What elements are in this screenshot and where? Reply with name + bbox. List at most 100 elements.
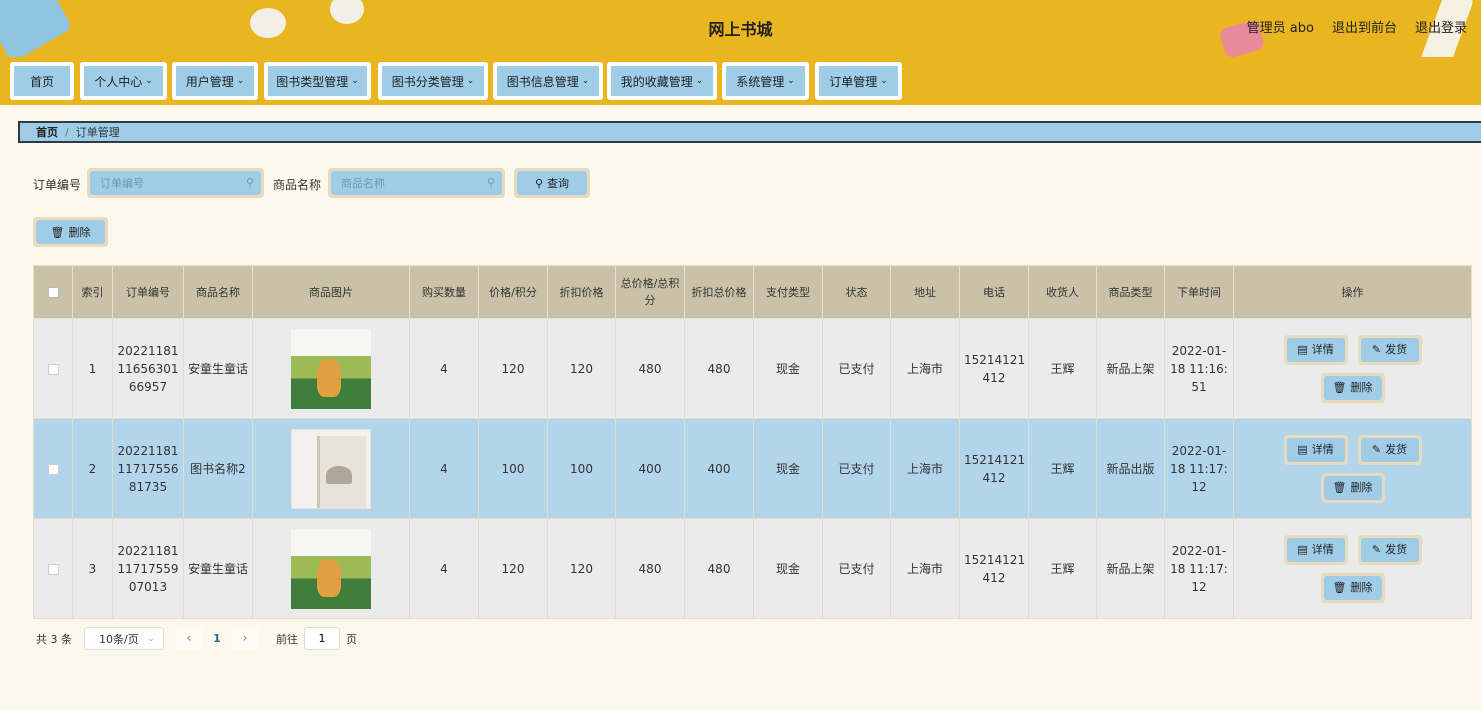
nav-item-book-category-management[interactable]: 图书分类管理 ⌄ (378, 62, 488, 100)
page-size-select[interactable]: 10条/页 ⌄ (84, 627, 164, 650)
batch-delete-label: 删除 (68, 226, 91, 239)
column-header: 总价格/总积分 (615, 265, 685, 319)
trash-icon: 🗑 (50, 225, 65, 239)
row-select-cell (33, 318, 73, 419)
page-size-value: 10条/页 (99, 632, 139, 646)
discount-price-cell: 120 (547, 518, 616, 619)
discount-total-cell: 480 (684, 518, 754, 619)
receiver-cell: 王辉 (1028, 318, 1097, 419)
product-type-cell: 新品上架 (1096, 318, 1165, 419)
order-time-cell: 2022-01- 18 11:16: 51 (1164, 318, 1234, 419)
select-all-checkbox[interactable] (47, 287, 59, 298)
edit-icon: ✎ (1371, 442, 1382, 456)
nav-item-order-management[interactable]: 订单管理 ⌄ (815, 62, 902, 100)
top-header: 网上书城 管理员 abo 退出到前台 退出登录 (0, 0, 1481, 57)
page-number-current[interactable]: 1 (202, 627, 232, 650)
actions-cell: ▤ 详情 ✎ 发货 🗑 删除 (1233, 418, 1472, 519)
nav-label: 系统管理 (736, 74, 785, 89)
detail-button[interactable]: ▤ 详情 (1283, 434, 1348, 465)
nav-item-system-management[interactable]: 系统管理 ⌄ (722, 62, 809, 100)
nav-label: 我的收藏管理 (620, 74, 693, 89)
order-no-input[interactable] (90, 171, 261, 195)
chevron-down-icon: ⌄ (581, 76, 590, 86)
prev-page-button[interactable]: ‹ (176, 627, 202, 650)
nav-label: 订单管理 (829, 74, 878, 89)
nav-item-book-type-management[interactable]: 图书类型管理 ⌄ (264, 62, 371, 100)
breadcrumb-home[interactable]: 首页 (36, 124, 58, 140)
row-checkbox[interactable] (47, 363, 59, 375)
nav-item-favorites-management[interactable]: 我的收藏管理 ⌄ (607, 62, 717, 100)
logout-link[interactable]: 退出登录 (1415, 17, 1467, 36)
query-button[interactable]: ⚲ 查询 (514, 168, 590, 198)
ship-button[interactable]: ✎ 发货 (1357, 334, 1422, 365)
nav-item-user-management[interactable]: 用户管理 ⌄ (172, 62, 258, 100)
nav-item-home[interactable]: 首页 (10, 62, 74, 100)
table-row: 2 20221181 11717556 81735 图书名称2 4 100 10… (33, 418, 1472, 519)
discount-price-cell: 120 (547, 318, 616, 419)
goto-suffix: 页 (346, 632, 357, 646)
book-cover-image (291, 428, 371, 509)
column-header: 支付类型 (753, 265, 823, 319)
detail-button[interactable]: ▤ 详情 (1283, 334, 1348, 365)
chevron-down-icon: ⌄ (145, 76, 153, 86)
qty-cell: 4 (409, 318, 479, 419)
breadcrumb: 首页 / 订单管理 (18, 121, 1481, 143)
chevron-down-icon: ⌄ (695, 76, 704, 86)
column-header: 商品名称 (183, 265, 253, 319)
ship-button[interactable]: ✎ 发货 (1357, 534, 1422, 565)
delete-button[interactable]: 🗑 删除 (1320, 572, 1385, 603)
nav-item-book-info-management[interactable]: 图书信息管理 ⌄ (493, 62, 603, 100)
chevron-down-icon: ⌄ (880, 76, 888, 86)
product-image-cell (252, 518, 410, 619)
ship-button[interactable]: ✎ 发货 (1357, 434, 1422, 465)
discount-total-cell: 400 (684, 418, 754, 519)
trash-icon: 🗑 (1332, 380, 1347, 394)
select-all-cell (33, 265, 73, 319)
product-name-input[interactable] (331, 171, 502, 195)
ship-label: 发货 (1385, 442, 1408, 456)
address-cell: 上海市 (890, 418, 960, 519)
delete-button[interactable]: 🗑 删除 (1320, 472, 1385, 503)
status-cell: 已支付 (822, 518, 891, 619)
nav-item-personal-center[interactable]: 个人中心 ⌄ (80, 62, 167, 100)
price-cell: 120 (478, 318, 548, 419)
goto-page-input[interactable] (304, 627, 340, 650)
detail-button[interactable]: ▤ 详情 (1283, 534, 1348, 565)
index-cell: 3 (72, 518, 113, 619)
product-name-label: 商品名称 (273, 178, 322, 192)
search-icon: ⚲ (534, 176, 544, 190)
table-row: 1 20221181 11656301 66957 安童生童话 4 120 12… (33, 318, 1472, 419)
order-no-cell: 20221181 11717556 81735 (112, 418, 184, 519)
exit-to-front-link[interactable]: 退出到前台 (1332, 17, 1397, 36)
chevron-down-icon: ⌄ (351, 76, 359, 86)
row-checkbox[interactable] (47, 463, 59, 475)
phone-cell: 15214121 412 (959, 418, 1029, 519)
pay-type-cell: 现金 (753, 418, 823, 519)
total-cell: 480 (615, 518, 685, 619)
order-time-cell: 2022-01- 18 11:17: 12 (1164, 418, 1234, 519)
column-header: 订单编号 (112, 265, 184, 319)
column-header: 操作 (1233, 265, 1472, 319)
status-cell: 已支付 (822, 418, 891, 519)
product-name-cell: 安童生童话 (183, 518, 253, 619)
discount-price-cell: 100 (547, 418, 616, 519)
detail-label: 详情 (1311, 342, 1334, 356)
actions-cell: ▤ 详情 ✎ 发货 🗑 删除 (1233, 318, 1472, 419)
chevron-down-icon: ⌄ (236, 76, 245, 86)
product-type-cell: 新品出版 (1096, 418, 1165, 519)
document-icon: ▤ (1297, 442, 1308, 456)
nav-label: 图书分类管理 (391, 74, 464, 89)
delete-label: 删除 (1350, 480, 1373, 494)
column-header: 折扣价格 (547, 265, 616, 319)
batch-delete-button[interactable]: 🗑 删除 (33, 217, 108, 247)
product-image-cell (252, 318, 410, 419)
column-header: 电话 (959, 265, 1029, 319)
total-count: 共 3 条 (36, 632, 72, 646)
search-icon: ⚲ (245, 176, 254, 189)
column-header: 商品类型 (1096, 265, 1165, 319)
delete-button[interactable]: 🗑 删除 (1320, 372, 1385, 403)
chevron-down-icon: ⌄ (787, 76, 795, 86)
next-page-button[interactable]: › (232, 627, 258, 650)
order-no-label: 订单编号 (33, 178, 82, 192)
row-checkbox[interactable] (47, 563, 59, 575)
